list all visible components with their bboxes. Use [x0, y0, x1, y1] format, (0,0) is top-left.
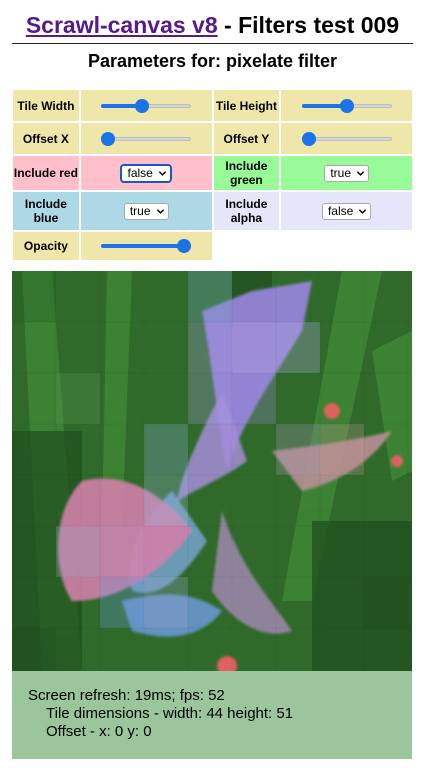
page-title: Scrawl-canvas v8 - Filters test 009 [12, 0, 413, 40]
tile-dimensions-report: Tile dimensions - width: 44 height: 51 [46, 705, 294, 722]
chevron-down-icon [356, 170, 365, 176]
controls-table: Tile Width Tile Height Offset X Offset Y [11, 88, 414, 262]
tile-height-slider[interactable] [301, 98, 392, 114]
chevron-down-icon [156, 208, 164, 214]
include-blue-label: Include blue [13, 192, 79, 230]
opacity-slider[interactable] [101, 238, 192, 254]
pixelated-iris-canvas[interactable] [12, 271, 412, 671]
chevron-down-icon [158, 170, 167, 176]
offset-report: Offset - x: 0 y: 0 [46, 723, 152, 740]
page: Scrawl-canvas v8 - Filters test 009 Para… [0, 0, 425, 773]
slider-thumb[interactable] [134, 98, 149, 113]
tile-height-label: Tile Height [213, 90, 280, 121]
opacity-label: Opacity [13, 232, 79, 260]
slider-thumb[interactable] [177, 239, 192, 253]
include-red-select[interactable]: false [120, 163, 172, 183]
include-alpha-value: false [327, 204, 354, 218]
include-red-value: false [127, 166, 153, 180]
slider-thumb[interactable] [340, 98, 355, 113]
title-divider [12, 43, 413, 44]
page-title-suffix: - Filters test 009 [217, 12, 400, 38]
include-blue-value: true [129, 204, 151, 218]
filter-subtitle: Parameters for: pixelate filter [87, 51, 338, 71]
include-red-label: Include red [13, 156, 79, 190]
iris-photo [12, 271, 412, 671]
tile-width-slider[interactable] [101, 98, 192, 114]
offset-y-label: Offset Y [213, 123, 280, 154]
tile-width-label: Tile Width [13, 90, 79, 121]
offset-x-label: Offset X [13, 123, 79, 154]
scrawl-canvas-link[interactable]: Scrawl-canvas v8 [26, 12, 218, 38]
offset-x-slider[interactable] [101, 131, 192, 147]
offset-y-slider[interactable] [301, 131, 392, 147]
screen-refresh-report: Screen refresh: 19ms; fps: 52 [28, 687, 225, 704]
include-alpha-label: Include alpha [213, 192, 280, 230]
include-green-select[interactable]: true [324, 164, 369, 182]
chevron-down-icon [359, 208, 367, 214]
include-green-value: true [330, 166, 351, 180]
include-alpha-select[interactable]: false [321, 202, 372, 220]
slider-thumb[interactable] [101, 131, 116, 146]
include-blue-select[interactable]: true [123, 202, 169, 220]
include-green-label: Include green [213, 156, 280, 190]
report-panel: Screen refresh: 19ms; fps: 52 Tile dimen… [12, 671, 412, 759]
slider-thumb[interactable] [301, 131, 316, 146]
